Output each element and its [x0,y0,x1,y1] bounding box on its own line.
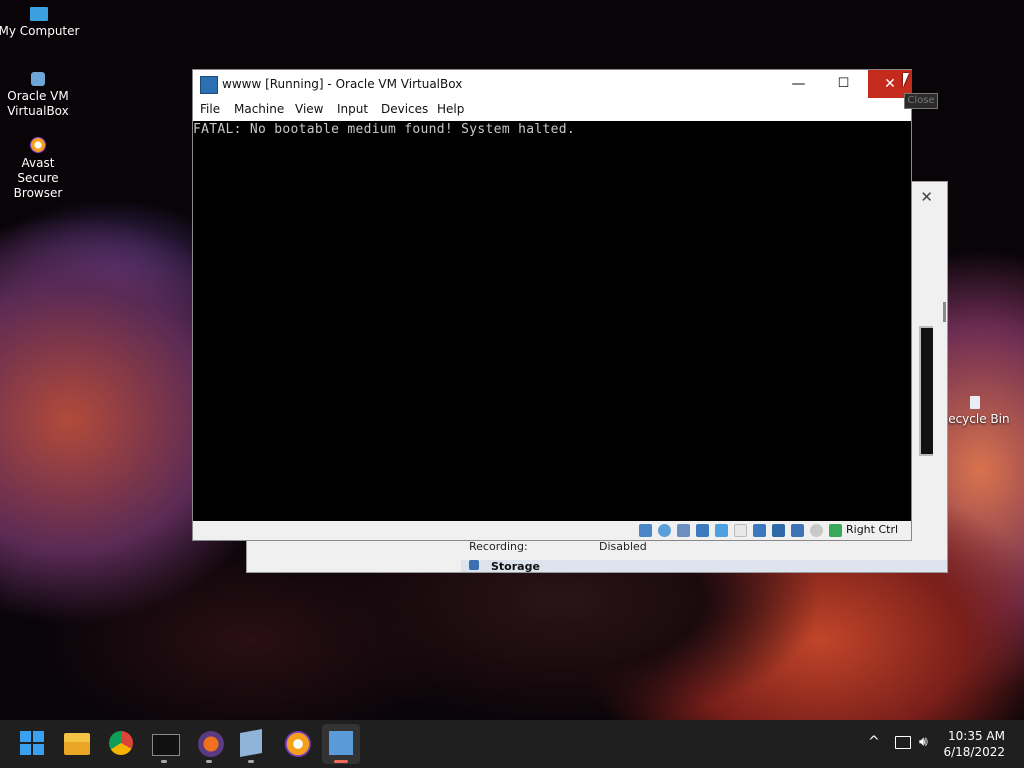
window-title: wwww [Running] - Oracle VM VirtualBox [222,77,463,91]
virtualbox-icon [200,76,218,94]
clock-time: 10:35 AM [948,729,1005,743]
running-indicator [161,760,167,763]
recording-value: Disabled [599,540,647,553]
minimize-button[interactable]: — [776,70,821,98]
clock[interactable]: 10:35 AM 6/18/2022 [943,728,1005,760]
title-bar[interactable]: wwww [Running] - Oracle VM VirtualBox — … [193,70,912,98]
chevron-up-icon[interactable]: ^ [868,734,880,750]
avast-cleanup-icon[interactable] [198,731,224,757]
running-indicator [248,760,254,763]
mouse-cursor-icon [903,73,909,87]
menu-input[interactable]: Input [337,102,368,116]
menu-help[interactable]: Help [437,102,464,116]
shared-folders-icon[interactable] [734,524,747,537]
display-icon[interactable] [753,524,766,537]
recording-label: Recording: [469,540,528,553]
keyboard-capture-icon[interactable] [829,524,842,537]
terminal-icon[interactable] [152,734,180,756]
chrome-icon[interactable] [109,731,133,755]
hard-disk-icon[interactable] [639,524,652,537]
recording-icon[interactable] [772,524,785,537]
monitor-icon [30,7,48,21]
menu-bar: File Machine View Input Devices Help [193,98,911,120]
storage-icon [469,560,479,570]
avast-browser-icon[interactable] [285,731,311,757]
network-icon[interactable] [895,736,911,749]
recycle-bin-icon [970,396,980,409]
vm-console[interactable]: FATAL: No bootable medium found! System … [193,121,911,521]
menu-view[interactable]: View [295,102,323,116]
desktop-icon-avast-browser[interactable]: Avast Secure Browser [0,137,80,201]
virtualbox-icon[interactable] [240,729,262,757]
desktop-icon-label: Oracle VM VirtualBox [7,89,69,118]
file-explorer-icon[interactable] [64,733,90,755]
mouse-integration-icon[interactable] [810,524,823,537]
network-icon[interactable] [696,524,709,537]
desktop-icon-virtualbox[interactable]: Oracle VM VirtualBox [0,72,80,119]
console-message: FATAL: No bootable medium found! System … [193,122,575,137]
taskbar: ^ 🔊︎ 10:35 AM 6/18/2022 [0,720,1024,768]
desktop-icon-label: My Computer [0,24,80,38]
vm-window[interactable]: wwww [Running] - Oracle VM VirtualBox — … [192,69,912,541]
menu-file[interactable]: File [200,102,220,116]
running-indicator [206,760,212,763]
volume-icon[interactable]: 🔊︎ [919,734,928,750]
desktop-icon-label: Avast Secure Browser [13,156,63,200]
desktop-icon-my-computer[interactable]: My Computer [0,7,81,39]
maximize-button[interactable]: ☐ [821,70,866,98]
preview-panel [919,326,933,456]
start-icon[interactable] [20,731,46,757]
menu-devices[interactable]: Devices [381,102,428,116]
usb-icon[interactable] [715,524,728,537]
status-bar: Right Ctrl [193,521,911,540]
active-indicator [334,760,348,763]
close-tooltip: Close [904,93,938,109]
cpu-icon[interactable] [791,524,804,537]
scrollbar[interactable] [943,302,946,322]
storage-section-header[interactable]: Storage [461,560,947,573]
avast-browser-icon [30,137,46,153]
virtualbox-icon [31,72,45,86]
audio-icon[interactable] [677,524,690,537]
virtualbox-vm-icon[interactable] [329,731,353,755]
storage-label: Storage [491,560,540,573]
close-icon[interactable]: ✕ [920,188,933,206]
host-key-label: Right Ctrl [846,523,899,536]
clock-date: 6/18/2022 [943,745,1005,759]
optical-drive-icon[interactable] [658,524,671,537]
menu-machine[interactable]: Machine [234,102,284,116]
